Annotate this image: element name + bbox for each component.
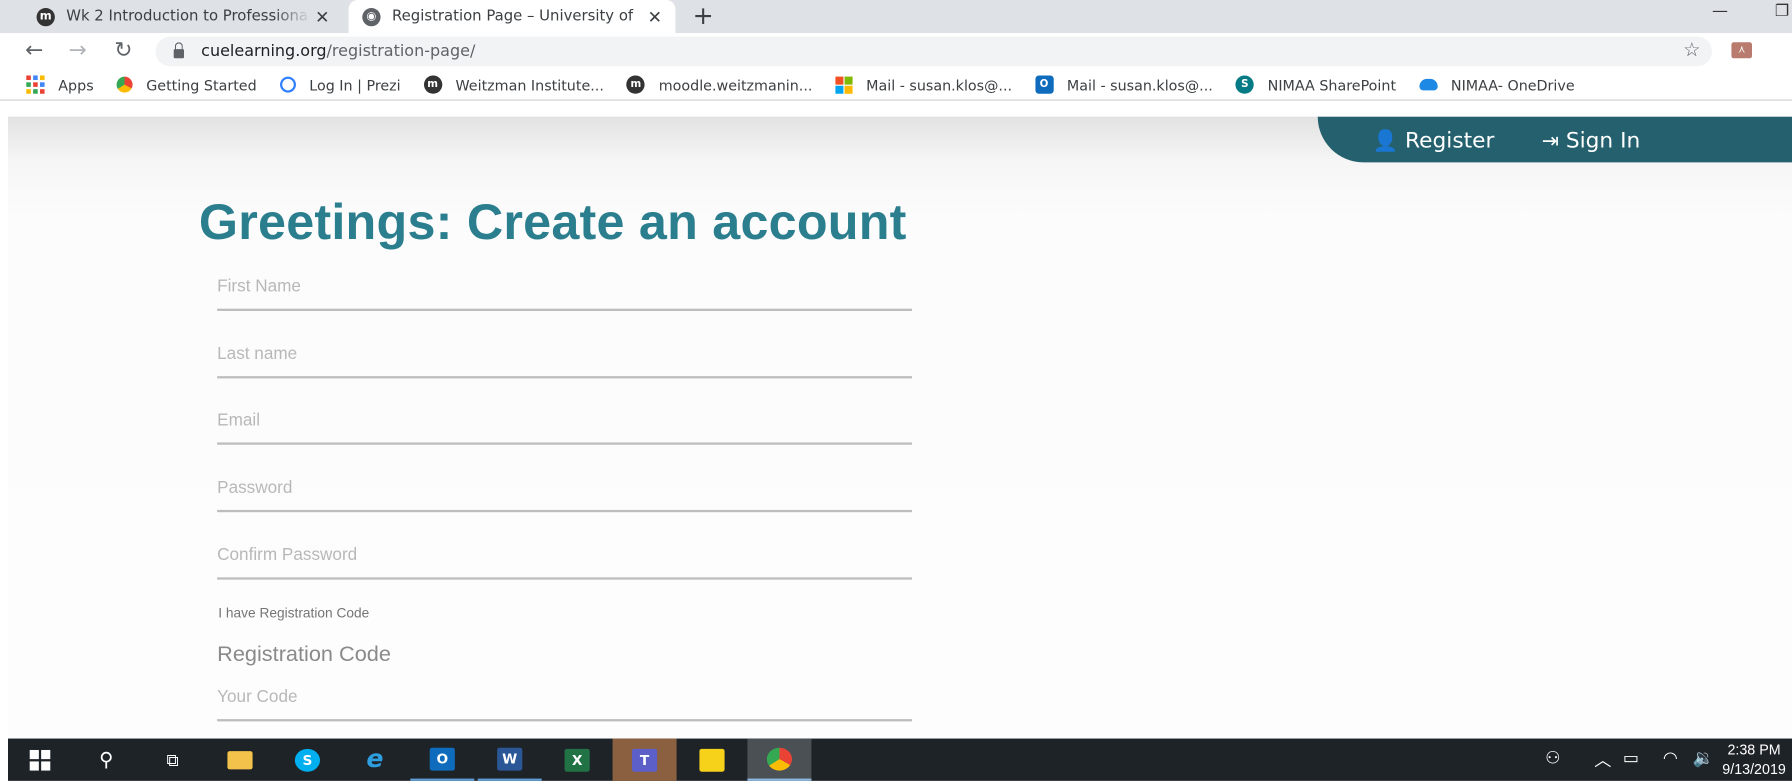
forward-button[interactable]: → bbox=[69, 38, 87, 63]
registration-code-field bbox=[217, 680, 912, 722]
outlook-icon: O bbox=[1034, 75, 1054, 94]
close-tab-icon[interactable]: ✕ bbox=[311, 6, 334, 27]
outlook-button[interactable]: O bbox=[410, 739, 475, 781]
skype-button[interactable]: S bbox=[275, 739, 339, 781]
confirm-password-field bbox=[217, 538, 912, 580]
bookmark-apps[interactable]: Apps bbox=[26, 75, 94, 94]
chevron-up-icon[interactable]: ︿ bbox=[1594, 748, 1611, 772]
page-title: Greetings: Create an account bbox=[198, 194, 907, 251]
word-icon: W bbox=[497, 747, 523, 770]
moodle-icon: m bbox=[626, 75, 646, 94]
sign-in-icon: ⇥ bbox=[1541, 128, 1559, 153]
file-explorer-button[interactable] bbox=[208, 739, 272, 781]
sticky-notes-icon bbox=[699, 748, 725, 772]
password-field bbox=[217, 471, 912, 513]
bookmark-nimaa-onedrive[interactable]: NIMAA- OneDrive bbox=[1418, 76, 1575, 93]
chrome-button[interactable] bbox=[747, 738, 812, 781]
search-icon: ⚲ bbox=[99, 748, 114, 772]
moodle-icon: m bbox=[423, 75, 442, 94]
task-view-button[interactable]: ⧉ bbox=[141, 739, 205, 781]
taskbar: ⚲ ⧉ S e O W X T ⚇ ︿ ▭ ◠ 🔉 2:38 PM 9/13/2… bbox=[7, 738, 1792, 781]
battery-icon[interactable]: ▭ bbox=[1623, 748, 1639, 769]
internet-explorer-button[interactable]: e bbox=[343, 739, 407, 781]
minimize-button[interactable]: — bbox=[1712, 2, 1728, 20]
excel-icon: X bbox=[564, 748, 590, 772]
wifi-icon[interactable]: ◠ bbox=[1663, 748, 1678, 769]
task-view-icon: ⧉ bbox=[166, 749, 179, 770]
auth-nav: 👤 Register ⇥ Sign In bbox=[1317, 116, 1792, 163]
confirm-password-input[interactable] bbox=[217, 538, 912, 565]
email-input[interactable] bbox=[217, 403, 912, 430]
clock-time: 2:38 PM bbox=[1727, 741, 1781, 758]
lock-icon bbox=[173, 42, 184, 59]
windows-icon bbox=[29, 749, 51, 770]
browser-toolbar: ← → ↻ cuelearning.org/registration-page/… bbox=[0, 33, 1792, 70]
last-name-field bbox=[217, 337, 912, 379]
registration-code-input[interactable] bbox=[217, 680, 912, 707]
back-button[interactable]: ← bbox=[25, 38, 43, 63]
onedrive-icon bbox=[1418, 78, 1438, 91]
bookmarks-bar: Apps Getting Started Log In | Prezi m We… bbox=[0, 69, 1792, 101]
outlook-icon: O bbox=[429, 747, 455, 770]
register-link[interactable]: 👤 Register bbox=[1373, 128, 1495, 153]
search-button[interactable]: ⚲ bbox=[74, 739, 138, 781]
restore-button[interactable]: ❐ bbox=[1775, 2, 1789, 20]
excel-button[interactable]: X bbox=[545, 739, 609, 781]
microsoft-icon bbox=[835, 76, 853, 94]
bookmark-weitzman-institute[interactable]: m Weitzman Institute... bbox=[423, 75, 604, 94]
email-field bbox=[217, 403, 912, 445]
close-tab-icon[interactable]: ✕ bbox=[643, 6, 666, 27]
sign-in-link[interactable]: ⇥ Sign In bbox=[1542, 128, 1641, 153]
prezi-icon bbox=[279, 76, 296, 93]
globe-icon: ◉ bbox=[362, 7, 381, 26]
pdf-extension-icon[interactable]: ⋏ bbox=[1731, 42, 1752, 59]
sticky-notes-button[interactable] bbox=[680, 739, 744, 781]
internet-explorer-icon: e bbox=[366, 745, 384, 774]
apps-grid-icon bbox=[26, 75, 45, 94]
screen: m Wk 2 Introduction to Professiona ✕ ◉ R… bbox=[0, 0, 1792, 782]
password-input[interactable] bbox=[217, 471, 912, 498]
tab-wk2-introduction[interactable]: m Wk 2 Introduction to Professiona ✕ bbox=[23, 0, 343, 33]
sharepoint-icon: S bbox=[1235, 75, 1254, 94]
teams-button[interactable]: T bbox=[612, 738, 677, 781]
url-text[interactable]: cuelearning.org/registration-page/ bbox=[201, 42, 475, 60]
chrome-icon bbox=[766, 747, 792, 770]
bookmark-moodle[interactable]: m moodle.weitzmanin... bbox=[626, 75, 812, 94]
system-clock[interactable]: 2:38 PM 9/13/2019 bbox=[1722, 741, 1786, 780]
word-button[interactable]: W bbox=[477, 739, 542, 781]
tab-strip: m Wk 2 Introduction to Professiona ✕ ◉ R… bbox=[0, 0, 1792, 34]
bookmark-mail-microsoft[interactable]: Mail - susan.klos@... bbox=[835, 76, 1012, 94]
volume-icon[interactable]: 🔉 bbox=[1693, 748, 1714, 769]
first-name-input[interactable] bbox=[217, 269, 912, 297]
page-content: 👤 Register ⇥ Sign In Greetings: Create a… bbox=[7, 116, 1792, 739]
user-plus-icon: 👤 bbox=[1372, 128, 1399, 153]
bookmark-star-icon[interactable]: ☆ bbox=[1683, 39, 1700, 62]
chrome-icon bbox=[116, 76, 133, 93]
bookmark-mail-outlook[interactable]: O Mail - susan.klos@... bbox=[1034, 75, 1213, 94]
address-bar[interactable]: cuelearning.org/registration-page/ ☆ bbox=[155, 36, 1712, 67]
folder-icon bbox=[227, 750, 253, 769]
bookmark-prezi[interactable]: Log In | Prezi bbox=[279, 76, 401, 93]
people-icon[interactable]: ⚇ bbox=[1545, 748, 1560, 769]
first-name-field bbox=[217, 269, 912, 311]
registration-code-title: Registration Code bbox=[217, 642, 391, 667]
clock-date: 9/13/2019 bbox=[1722, 761, 1786, 778]
bookmark-getting-started[interactable]: Getting Started bbox=[116, 76, 257, 93]
teams-icon: T bbox=[631, 748, 658, 772]
last-name-input[interactable] bbox=[217, 337, 912, 364]
new-tab-button[interactable]: + bbox=[693, 2, 714, 31]
registration-code-checkbox[interactable]: I have Registration Code bbox=[218, 605, 369, 621]
tab-title: Wk 2 Introduction to Professiona bbox=[66, 8, 308, 26]
moodle-icon: m bbox=[36, 7, 55, 26]
tab-title: Registration Page – University of bbox=[391, 8, 634, 26]
bookmark-nimaa-sharepoint[interactable]: S NIMAA SharePoint bbox=[1235, 75, 1396, 94]
start-button[interactable] bbox=[8, 739, 72, 781]
tab-registration-page[interactable]: ◉ Registration Page – University of ✕ bbox=[348, 0, 676, 34]
skype-icon: S bbox=[294, 748, 320, 772]
reload-button[interactable]: ↻ bbox=[114, 38, 132, 63]
